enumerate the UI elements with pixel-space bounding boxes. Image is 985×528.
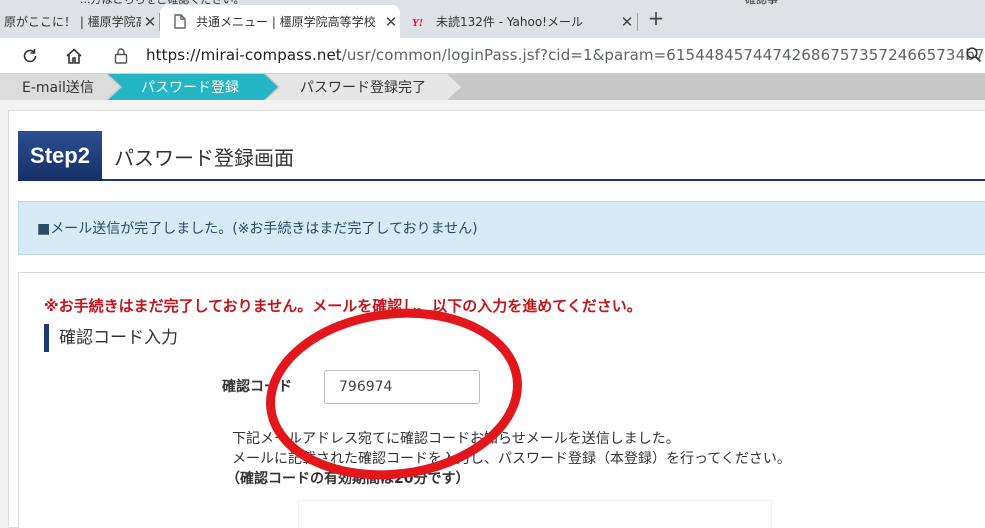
- close-icon[interactable]: ✕: [382, 13, 400, 31]
- svg-text:Y!: Y!: [412, 17, 423, 28]
- page-title: パスワード登録画面: [114, 146, 294, 170]
- zoom-icon[interactable]: [965, 46, 985, 66]
- tab-title: 共通メニュー | 橿原学院高等学校: [196, 15, 376, 29]
- step-header: Step2 パスワード登録画面: [18, 131, 985, 181]
- section-title: 確認コード入力: [44, 324, 178, 352]
- home-icon[interactable]: [61, 44, 87, 68]
- tab-separator: [637, 13, 638, 31]
- page-icon: [172, 14, 188, 30]
- browser-tab-bar: ...方はこちらをご確認ください。 確認事 原がここに！ | 橿原学院高等学校 …: [0, 0, 985, 38]
- warning-message: ※お手続きはまだ完了しておりません。メールを確認し、以下の入力を進めてください。: [44, 297, 642, 315]
- code-validity-note: （確認コードの有効期間は20分です）: [226, 471, 470, 487]
- reload-icon[interactable]: [17, 44, 43, 68]
- tab-common-menu[interactable]: 共通メニュー | 橿原学院高等学校 ✕: [160, 5, 400, 38]
- step-progress-bar: E-mail送信 パスワード登録完了 パスワード登録: [0, 74, 985, 100]
- close-icon[interactable]: ✕: [618, 13, 636, 31]
- step-password-register: パスワード登録: [108, 74, 278, 100]
- step-password-complete: パスワード登録完了: [266, 74, 461, 100]
- url-scheme: https://: [146, 46, 201, 64]
- url-path: /usr/common/loginPass.jsf?cid=1&param=61…: [341, 46, 985, 64]
- tab-title: 原がここに！ | 橿原学院高等学校: [4, 15, 141, 29]
- clipped-previous-text-2: 確認事: [745, 0, 785, 5]
- step-email-send: E-mail送信: [0, 74, 120, 100]
- confirmation-code-label: 確認コード: [222, 379, 292, 395]
- code-instructions: 下記メールアドレス宛てに確認コードお知らせメールを送信しました。 メールに記載さ…: [226, 429, 791, 489]
- info-notice: ■メール送信が完了しました。(※お手続きはまだ完了しておりません): [18, 201, 985, 255]
- close-icon[interactable]: ✕: [141, 13, 159, 31]
- tab-kashihara-home[interactable]: 原がここに！ | 橿原学院高等学校 ✕: [0, 5, 159, 38]
- notice-text: ■メール送信が完了しました。(※お手続きはまだ完了しておりません): [37, 221, 478, 237]
- url-host: mirai-compass.net: [200, 46, 342, 64]
- confirmation-code-input[interactable]: [324, 370, 480, 404]
- instruction-line: メールに記載された確認コードを入力し、パスワード登録（本登録）を行ってください。: [232, 451, 791, 467]
- lock-icon[interactable]: [114, 47, 130, 65]
- yahoo-logo-icon: Y!: [412, 14, 428, 30]
- tab-title: 未読132件 - Yahoo!メール: [436, 15, 583, 29]
- tab-yahoo-mail[interactable]: Y! 未読132件 - Yahoo!メール ✕: [402, 5, 636, 38]
- instruction-line: 下記メールアドレス宛てに確認コードお知らせメールを送信しました。: [232, 431, 680, 447]
- step-badge: Step2: [18, 131, 102, 181]
- address-bar[interactable]: https://mirai-compass.net/usr/common/log…: [146, 46, 985, 64]
- bottom-panel: [298, 500, 772, 528]
- browser-toolbar: https://mirai-compass.net/usr/common/log…: [0, 38, 985, 74]
- new-tab-button[interactable]: +: [645, 8, 667, 30]
